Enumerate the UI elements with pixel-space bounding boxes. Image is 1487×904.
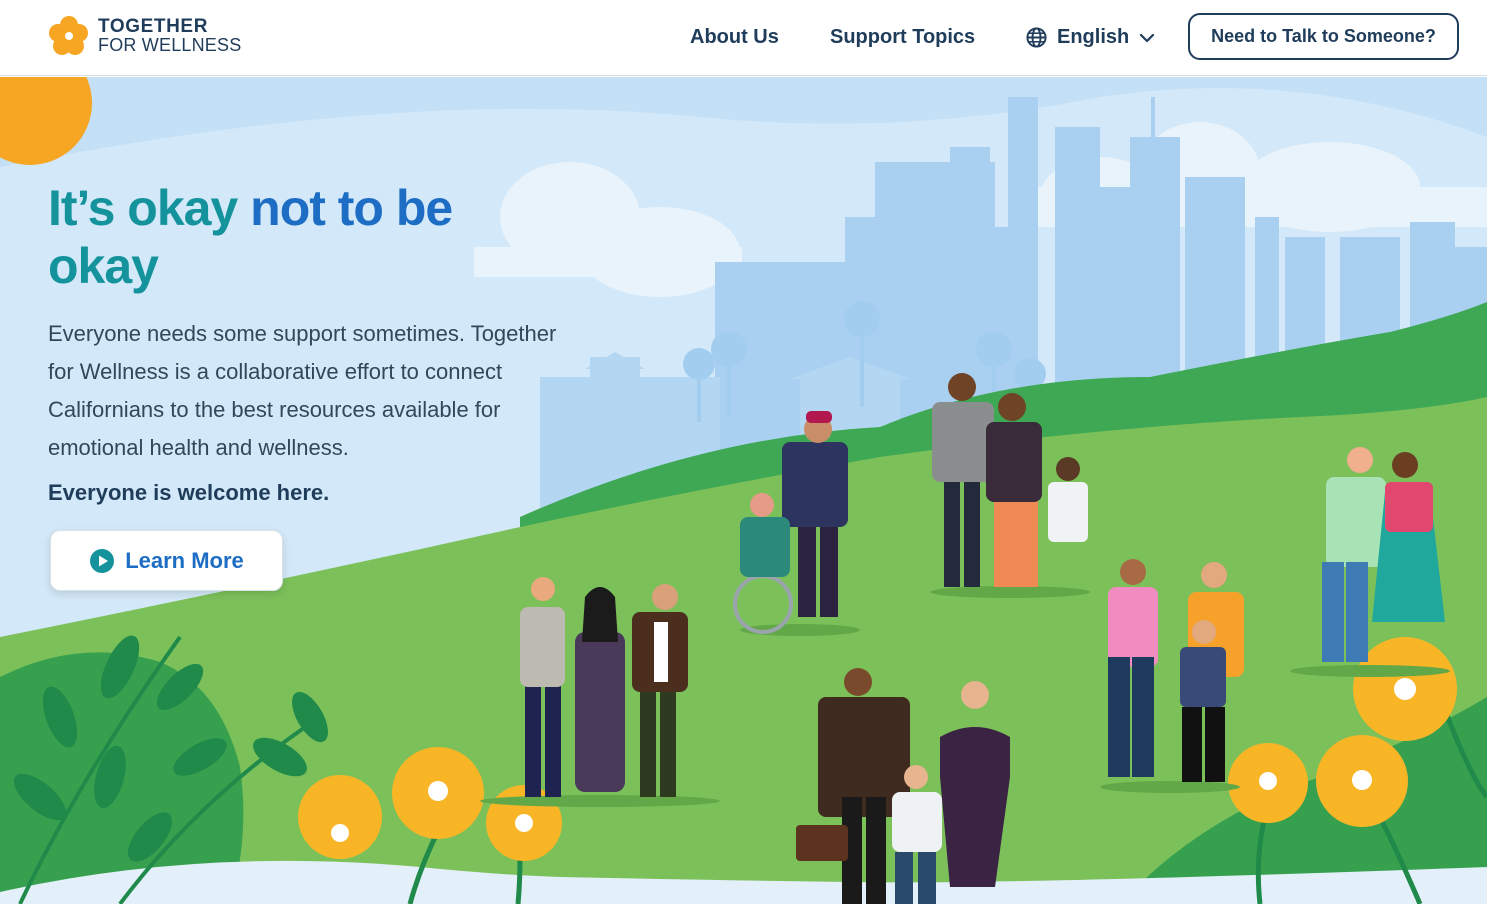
hero-section: It’s okay not to be okay Everyone needs … — [0, 77, 1487, 904]
globe-icon — [1026, 27, 1047, 48]
hero-title-part4: okay — [48, 238, 159, 294]
language-selector[interactable]: English — [1026, 26, 1155, 49]
learn-more-label: Learn More — [125, 547, 244, 573]
logo-line1: TOGETHER — [98, 16, 209, 37]
site-header: TOGETHER FOR WELLNESS About Us Support T… — [0, 0, 1487, 76]
hero-title-part1: It’s okay — [48, 180, 238, 236]
language-label: English — [1057, 26, 1130, 48]
chevron-down-icon — [1140, 33, 1155, 42]
site-logo[interactable]: TOGETHER FOR WELLNESS — [48, 15, 241, 57]
hero-title: It’s okay not to be okay — [48, 179, 528, 295]
play-circle-icon — [90, 548, 115, 573]
hero-description: Everyone needs some support sometimes. T… — [48, 321, 557, 460]
hero-title-part2: not to — [250, 180, 384, 236]
poppy-logo-icon — [49, 16, 88, 55]
hero-welcome-text: Everyone is welcome here. — [48, 480, 330, 505]
nav-about-us[interactable]: About Us — [690, 26, 779, 49]
need-to-talk-button[interactable]: Need to Talk to Someone? — [1188, 13, 1459, 60]
logo-line2: FOR WELLNESS — [98, 35, 242, 55]
learn-more-button[interactable]: Learn More — [50, 530, 283, 591]
hero-title-part3: be — [395, 180, 453, 236]
nav-support-topics[interactable]: Support Topics — [830, 26, 975, 49]
logo-wordmark: TOGETHER FOR WELLNESS — [98, 17, 241, 55]
